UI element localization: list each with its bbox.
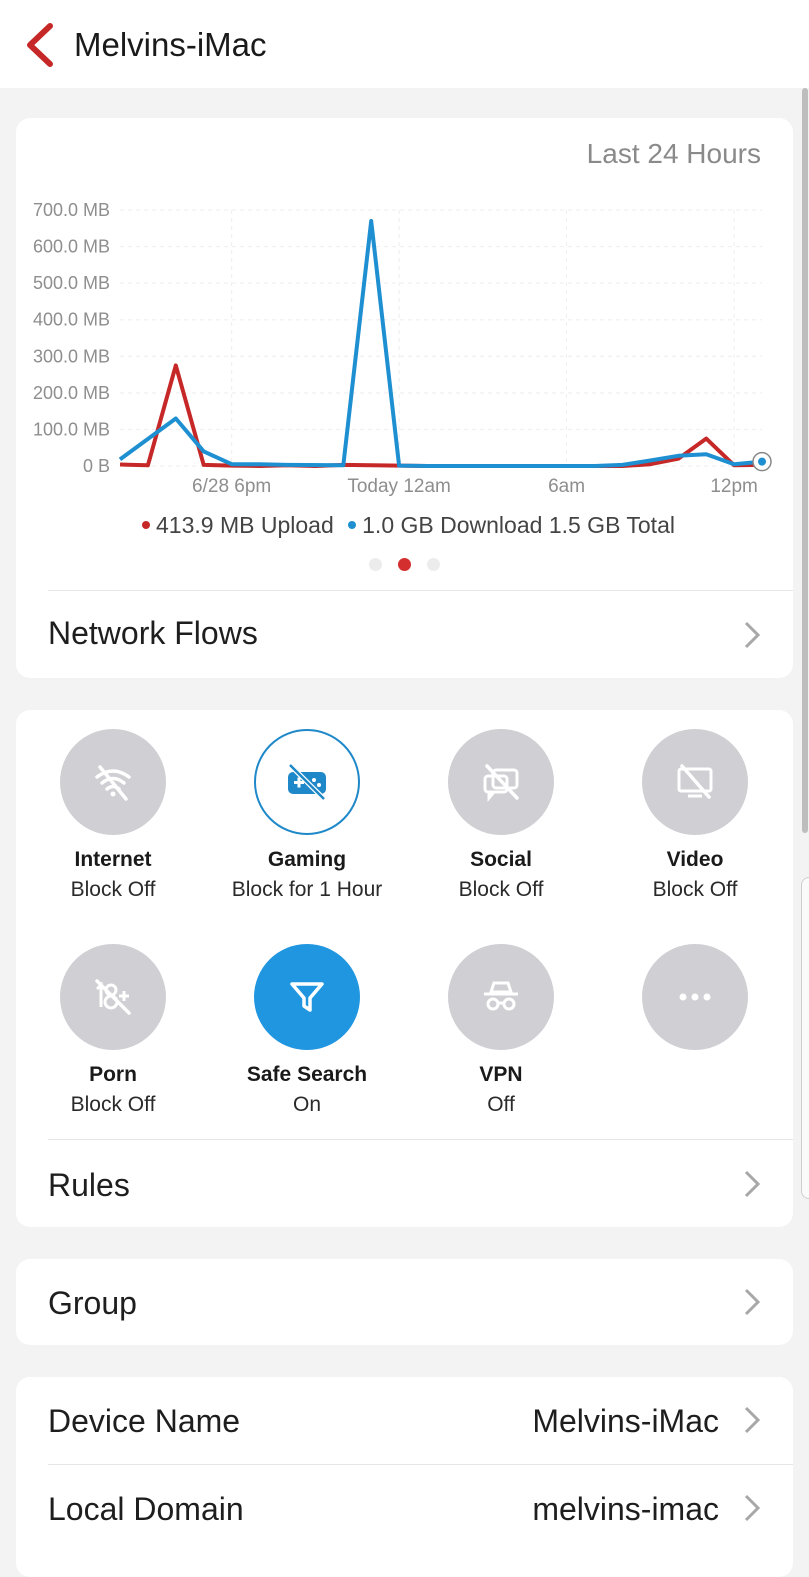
download-legend-label: 1.0 GB Download xyxy=(362,512,543,538)
local-domain-value: melvins-imac xyxy=(532,1491,719,1527)
rules-label: Rules xyxy=(48,1167,130,1203)
usage-chart-card: Last 24 Hours 700.0 MB 600.0 MB 500.0 MB 40… xyxy=(16,118,793,678)
social-title: Social xyxy=(470,848,532,871)
chart-pager xyxy=(16,558,793,576)
rules-row[interactable]: Rules xyxy=(16,1140,793,1227)
network-flows-row[interactable]: Network Flows xyxy=(16,591,793,678)
y-tick-label: 0 B xyxy=(83,456,110,476)
page-title: Melvins-iMac xyxy=(74,26,267,63)
chevron-right-icon xyxy=(744,1170,761,1198)
x-tick-label: 6/28 6pm xyxy=(192,476,271,497)
y-tick-label: 400.0 MB xyxy=(33,310,110,330)
video-title: Video xyxy=(666,848,724,871)
device-name-label: Device Name xyxy=(48,1403,241,1439)
filter-icon[interactable] xyxy=(254,944,360,1050)
gaming-title: Gaming xyxy=(267,848,347,871)
current-point-dot xyxy=(758,457,766,466)
device-name-value: Melvins-iMac xyxy=(532,1403,719,1439)
vpn-status: Off xyxy=(487,1093,515,1116)
y-tick-label: 300.0 MB xyxy=(33,346,110,366)
vpn-title: VPN xyxy=(479,1063,523,1086)
social-status: Block Off xyxy=(458,878,544,901)
monitor-off-icon[interactable] xyxy=(642,729,748,835)
video-status: Block Off xyxy=(652,878,738,901)
y-tick-label: 600.0 MB xyxy=(33,237,110,257)
upload-series-line xyxy=(119,363,763,468)
pager-dot-active[interactable] xyxy=(398,558,411,571)
chart-legend: 413.9 MB Upload 1.0 GB Download 1.5 GB T… xyxy=(16,512,793,539)
pager-dot[interactable] xyxy=(427,558,440,571)
local-domain-label: Local Domain xyxy=(48,1491,244,1527)
total-legend-label: 1.5 GB Total xyxy=(548,512,675,538)
edge-panel-handle[interactable] xyxy=(801,877,809,1199)
chat-off-icon[interactable] xyxy=(448,729,554,835)
gamepad-off-icon[interactable] xyxy=(254,729,360,835)
y-tick-label: 100.0 MB xyxy=(33,419,110,439)
wifi-off-icon[interactable] xyxy=(60,729,166,835)
x-tick-label: 12pm xyxy=(710,476,758,497)
group-label: Group xyxy=(48,1285,137,1321)
internet-title: Internet xyxy=(74,848,152,871)
y-tick-label: 200.0 MB xyxy=(33,383,110,403)
x-tick-label: 6am xyxy=(548,476,585,497)
chevron-right-icon xyxy=(744,1494,761,1522)
chevron-right-icon xyxy=(744,1288,761,1316)
eighteen-plus-off-icon[interactable] xyxy=(60,944,166,1050)
porn-status: Block Off xyxy=(70,1093,156,1116)
device-info-card: Device Name Melvins-iMac Local Domain me… xyxy=(16,1377,793,1577)
chevron-right-icon xyxy=(744,1406,761,1434)
chevron-right-icon xyxy=(744,621,761,649)
group-row[interactable]: Group xyxy=(16,1259,793,1345)
safe-search-status: On xyxy=(292,1093,321,1116)
network-flows-label: Network Flows xyxy=(48,615,258,651)
internet-status: Block Off xyxy=(70,878,156,901)
porn-title: Porn xyxy=(89,1063,137,1086)
upload-legend-label: 413.9 MB Upload xyxy=(156,512,334,538)
y-tick-label: 500.0 MB xyxy=(33,273,110,293)
back-arrow-icon[interactable] xyxy=(20,22,60,68)
controls-card: Internet Block Off Gaming Block for 1 Ho… xyxy=(16,710,793,1227)
time-range-label[interactable]: Last 24 Hours xyxy=(587,138,761,170)
gaming-status: Block for 1 Hour xyxy=(231,878,383,901)
local-domain-row[interactable]: Local Domain melvins-imac xyxy=(16,1465,793,1552)
pager-dot[interactable] xyxy=(369,558,382,571)
usage-line-chart: 700.0 MB 600.0 MB 500.0 MB 400.0 MB 300.0 MB… xyxy=(33,200,772,497)
download-legend-dot xyxy=(348,520,357,529)
top-bar: Melvins-iMac xyxy=(0,0,809,88)
x-tick-label: Today 12am xyxy=(347,476,451,497)
scrollbar[interactable] xyxy=(802,88,808,833)
safe-search-title: Safe Search xyxy=(246,1063,368,1086)
y-tick-label: 700.0 MB xyxy=(33,200,110,220)
device-name-row[interactable]: Device Name Melvins-iMac xyxy=(16,1377,793,1464)
spy-icon[interactable] xyxy=(448,944,554,1050)
more-icon[interactable] xyxy=(642,944,748,1050)
upload-legend-dot xyxy=(142,520,151,529)
